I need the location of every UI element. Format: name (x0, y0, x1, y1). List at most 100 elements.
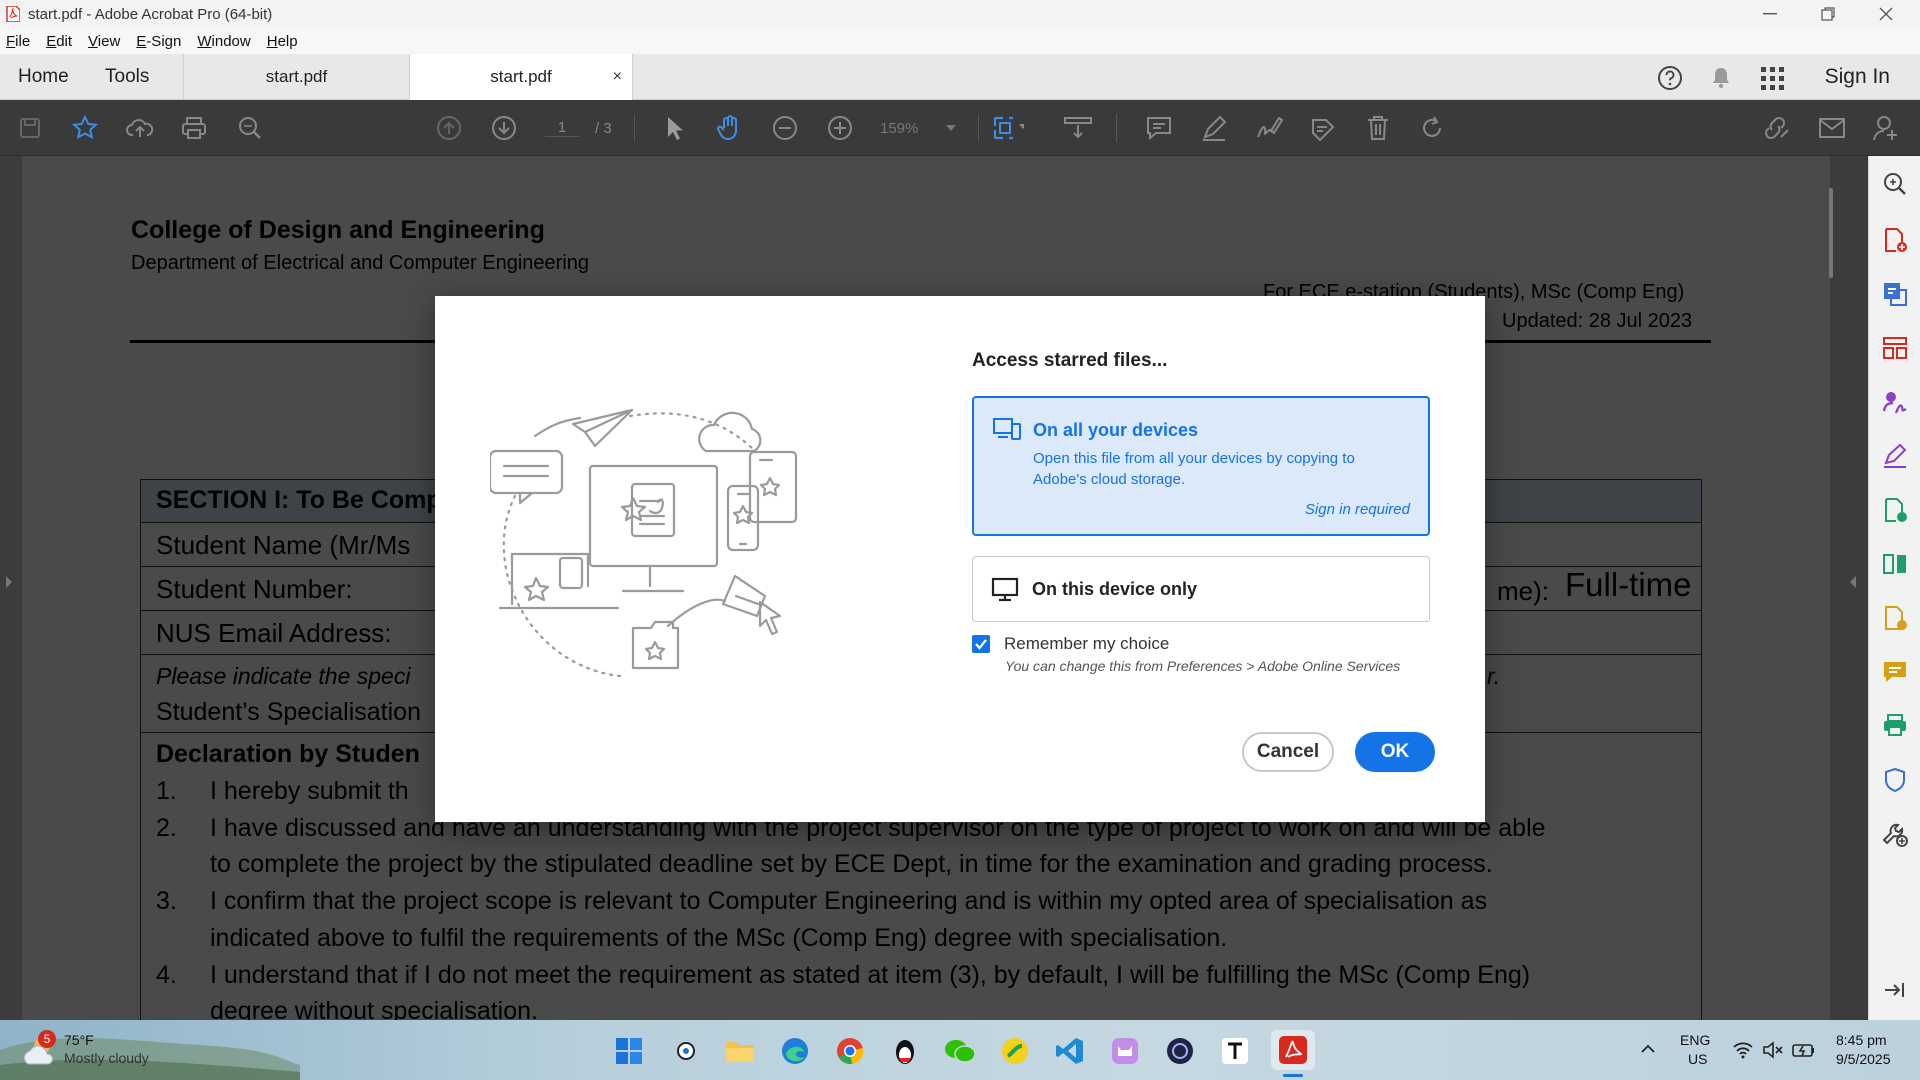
collapse-panel-button[interactable] (1881, 976, 1909, 1004)
menu-view[interactable]: View (88, 33, 120, 50)
edit-pdf-button[interactable] (1881, 496, 1909, 524)
menu-esign[interactable]: E-Sign (136, 33, 181, 50)
typora-button[interactable] (1218, 1034, 1252, 1068)
chrome-browser-button[interactable] (833, 1034, 867, 1068)
tab-document-2[interactable]: start.pdf × (409, 54, 633, 100)
select-tool-button[interactable] (659, 112, 691, 144)
sign-button[interactable] (1253, 112, 1285, 144)
email-button[interactable] (1816, 112, 1848, 144)
page-fit-button[interactable] (992, 112, 1024, 144)
wechat-app-button[interactable] (943, 1034, 977, 1068)
weather-description: Mostly cloudy (64, 1050, 149, 1066)
zoom-out-button[interactable] (769, 112, 801, 144)
protect-button[interactable] (1881, 766, 1909, 794)
cancel-button[interactable]: Cancel (1242, 732, 1334, 772)
battery-charging-icon[interactable] (1792, 1041, 1816, 1059)
find-button[interactable] (234, 112, 266, 144)
scroll-mode-button[interactable] (1062, 112, 1094, 144)
upload-button[interactable] (124, 112, 156, 144)
menu-edit[interactable]: Edit (46, 33, 72, 50)
shield-icon (1885, 767, 1905, 793)
create-pdf-button[interactable] (1881, 226, 1909, 254)
app-cat-button[interactable] (1108, 1034, 1142, 1068)
toolbar-separator (978, 114, 979, 142)
organize-files-button[interactable] (1881, 604, 1909, 632)
tab-close-icon[interactable]: × (613, 68, 622, 86)
option-this-device[interactable]: On this device only (972, 556, 1430, 622)
page-number-input[interactable]: 1 (545, 119, 579, 137)
close-window-button[interactable] (1857, 0, 1915, 28)
qq-app-button[interactable] (888, 1034, 922, 1068)
app-yellow-button[interactable] (998, 1034, 1032, 1068)
share-people-button[interactable] (1870, 112, 1902, 144)
comment-panel-button[interactable] (1881, 658, 1909, 686)
previous-page-button[interactable] (433, 112, 465, 144)
next-page-button[interactable] (488, 112, 520, 144)
zoom-select[interactable]: 159% (880, 114, 957, 142)
language-indicator[interactable]: ENG (1680, 1032, 1710, 1048)
menu-window[interactable]: Window (197, 33, 250, 50)
start-button[interactable] (612, 1034, 646, 1068)
search-icon (677, 1042, 695, 1060)
scrollbar-thumb[interactable] (1829, 188, 1833, 278)
highlight-button[interactable] (1198, 112, 1230, 144)
sign-in-button[interactable]: Sign In (1825, 54, 1890, 100)
vertical-scrollbar[interactable] (1826, 156, 1838, 1020)
rotate-button[interactable] (1416, 112, 1448, 144)
minimize-button[interactable] (1741, 0, 1799, 28)
stamp-button[interactable] (1306, 112, 1338, 144)
zoom-in-button[interactable] (824, 112, 856, 144)
remember-choice-checkbox[interactable]: Remember my choice (972, 634, 1169, 654)
trash-icon (1368, 116, 1388, 140)
region-indicator[interactable]: US (1688, 1051, 1707, 1067)
search-panel-button[interactable] (1881, 170, 1909, 198)
edge-browser-button[interactable] (778, 1034, 812, 1068)
main-toolbar: 1 / 3 159% (0, 100, 1920, 156)
ok-button[interactable]: OK (1355, 732, 1435, 772)
left-panel-toggle-icon[interactable] (0, 572, 16, 592)
file-explorer-button[interactable] (723, 1034, 757, 1068)
comment-button[interactable] (1143, 112, 1175, 144)
restore-button[interactable] (1799, 0, 1857, 28)
vscode-button[interactable] (1053, 1034, 1087, 1068)
right-panel-toggle-icon[interactable] (1844, 572, 1860, 592)
save-icon (20, 118, 40, 138)
more-tools-button[interactable] (1881, 820, 1909, 848)
tab-tools[interactable]: Tools (105, 54, 149, 100)
doc-item-2b: to complete the project by the stipulate… (210, 850, 1493, 878)
save-button[interactable] (14, 112, 46, 144)
tab-home[interactable]: Home (18, 54, 69, 100)
acrobat-taskbar-button[interactable] (1271, 1030, 1315, 1070)
request-signature-button[interactable] (1881, 388, 1909, 416)
app-circle-icon (1002, 1038, 1028, 1064)
print-button[interactable] (178, 112, 210, 144)
apps-button[interactable] (1758, 64, 1786, 92)
option-all-devices[interactable]: On all your devices Open this file from … (972, 396, 1430, 536)
doc-item-4b: degree without specialisation. (210, 997, 538, 1020)
speaker-muted-icon[interactable] (1762, 1041, 1784, 1059)
help-button[interactable] (1656, 64, 1684, 92)
star-button[interactable] (69, 112, 101, 144)
checkbox-checked-icon[interactable] (972, 635, 990, 653)
combine-files-button[interactable] (1881, 550, 1909, 578)
export-pdf-button[interactable] (1881, 280, 1909, 308)
share-link-button[interactable] (1760, 112, 1792, 144)
organize-pages-button[interactable] (1881, 334, 1909, 362)
delete-button[interactable] (1362, 112, 1394, 144)
weather-widget[interactable]: 5 (20, 1030, 56, 1068)
chevron-up-icon[interactable] (1640, 1044, 1656, 1054)
taskbar-search-button[interactable] (669, 1034, 703, 1068)
collapse-right-icon (1885, 983, 1904, 997)
fill-sign-button[interactable] (1881, 442, 1909, 470)
clock-date[interactable]: 9/5/2025 (1836, 1051, 1891, 1067)
menu-help[interactable]: Help (267, 33, 298, 50)
wifi-icon[interactable] (1732, 1041, 1754, 1059)
clock-time[interactable]: 8:45 pm (1836, 1032, 1887, 1048)
notifications-button[interactable] (1707, 64, 1735, 92)
hand-tool-button[interactable] (714, 112, 746, 144)
app-dark-button[interactable] (1163, 1034, 1197, 1068)
print-production-button[interactable] (1881, 712, 1909, 740)
menu-file[interactable]: File (6, 33, 30, 50)
tab-document-1[interactable]: start.pdf (183, 54, 409, 100)
access-starred-files-dialog: Access starred files... On all your devi… (435, 296, 1485, 822)
